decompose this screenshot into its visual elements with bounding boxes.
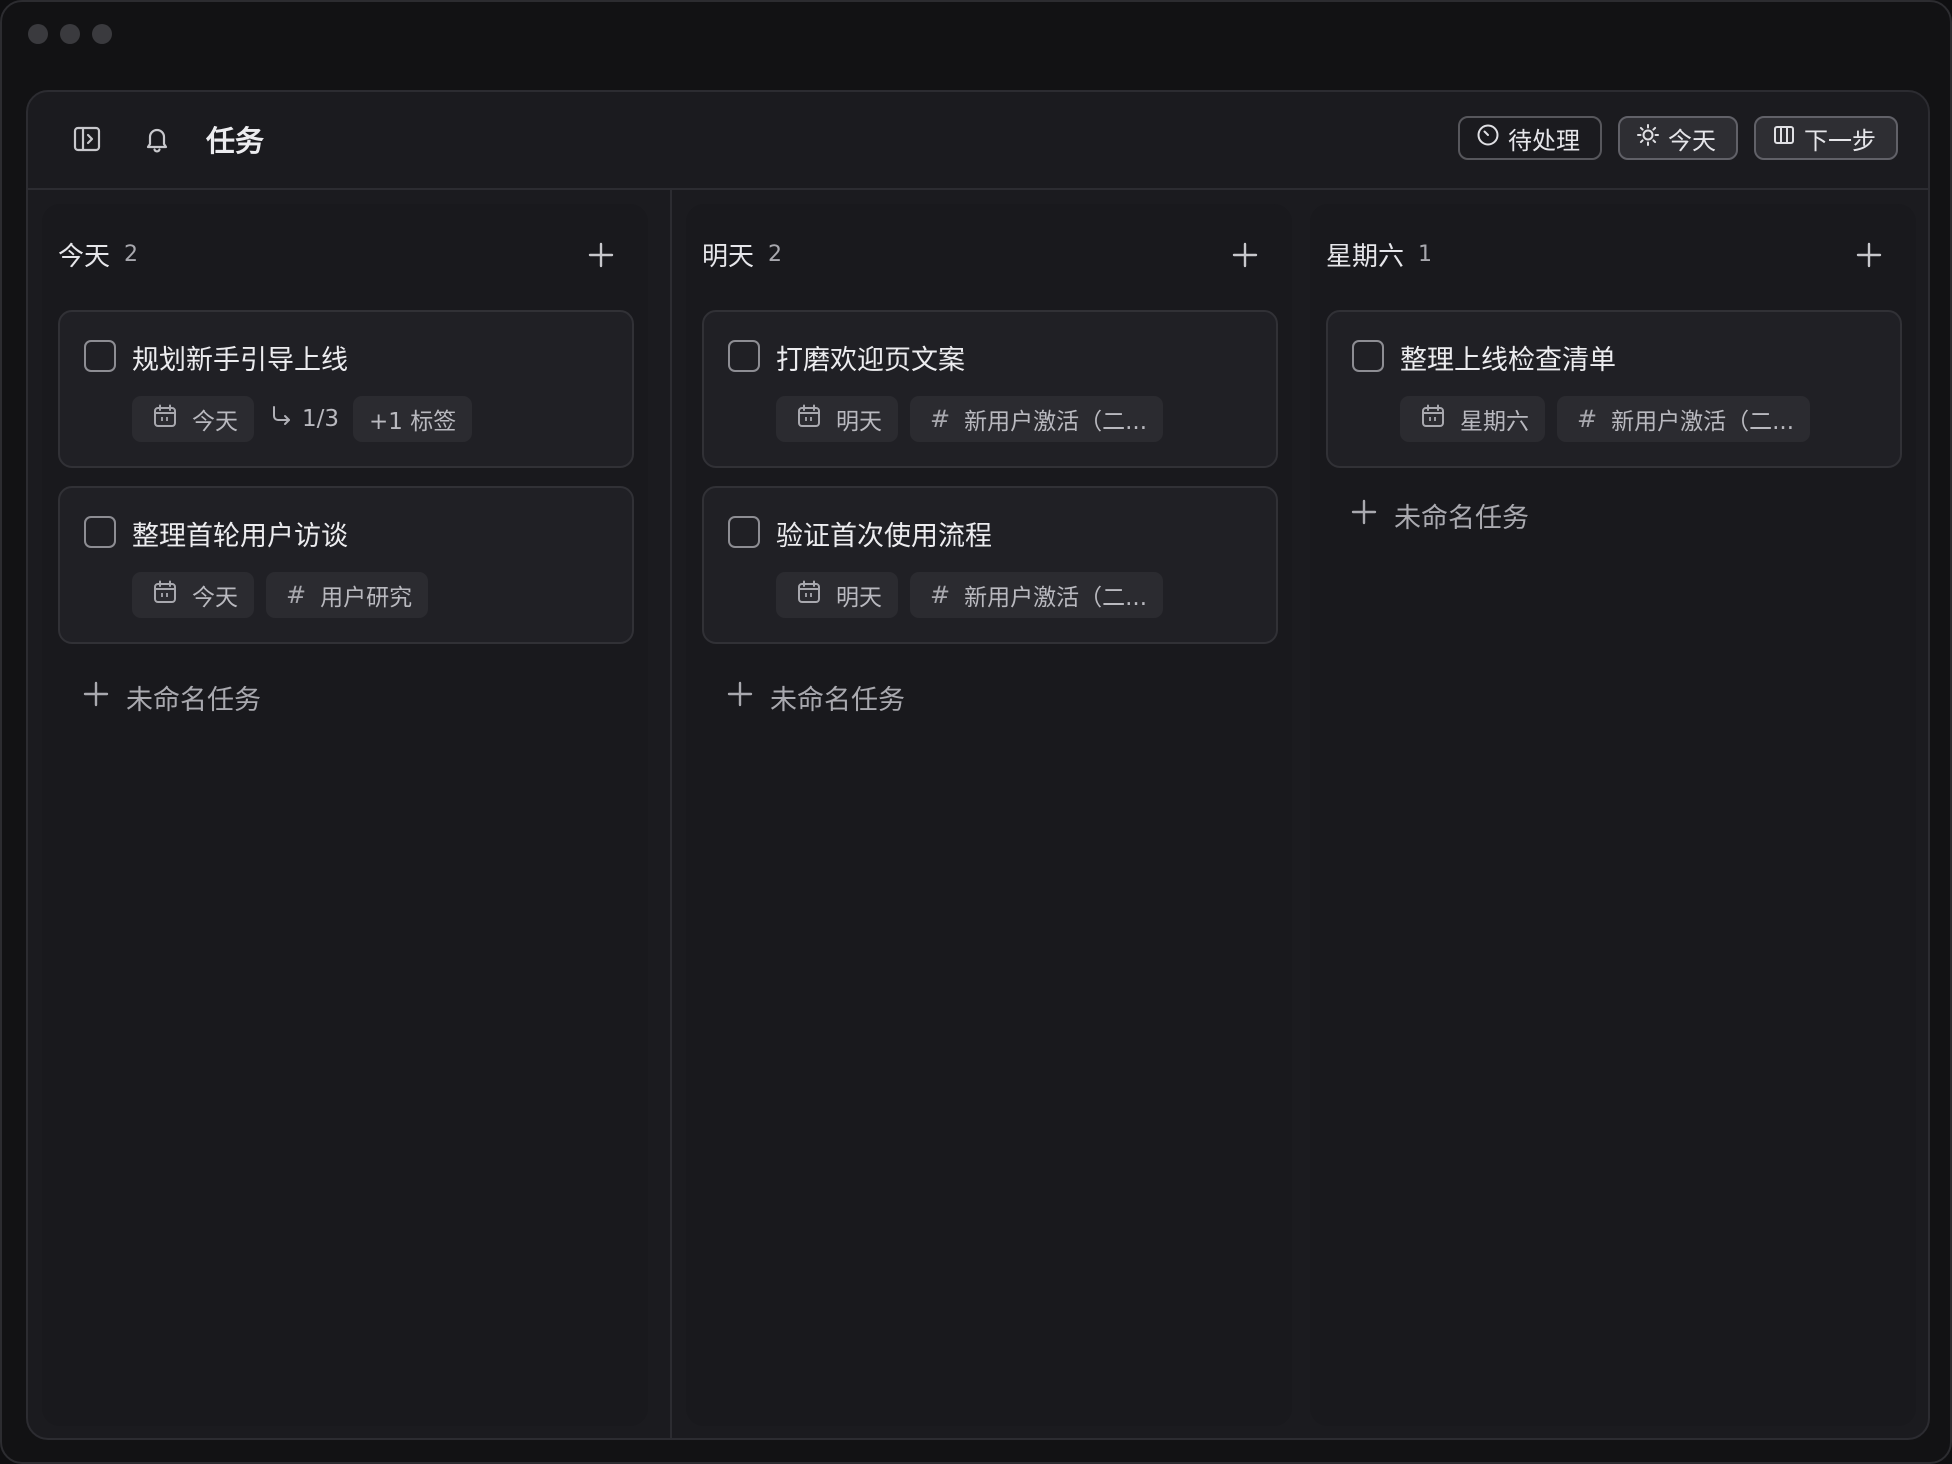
tag-chip[interactable]: +1 标签 [353, 396, 473, 442]
date-chip[interactable]: 星期六 [1400, 396, 1545, 442]
toolbar: 任务 待处理 今天 下一步 [28, 92, 1928, 190]
today-button[interactable]: 今天 [1618, 116, 1738, 160]
task-checkbox[interactable] [728, 516, 760, 548]
task-title: 整理上线检查清单 [1400, 345, 1616, 376]
date-chip[interactable]: 明天 [776, 572, 898, 618]
page-title: 任务 [206, 124, 265, 158]
calendar-icon [152, 579, 178, 611]
hash-icon: # [930, 405, 951, 433]
pending-button-label: 待处理 [1508, 126, 1580, 155]
column-header: 星期六 1 [1326, 234, 1900, 274]
date-label: 今天 [192, 409, 238, 435]
columns-icon [1772, 123, 1796, 153]
pending-button[interactable]: 待处理 [1458, 116, 1602, 160]
task-card[interactable]: 整理首轮用户访谈 今天 # 用户研究 [58, 486, 634, 644]
tag-chip[interactable]: # 新用户激活（二... [910, 396, 1164, 442]
plus-icon[interactable] [584, 238, 618, 272]
close-window-button[interactable] [28, 24, 48, 44]
task-card[interactable]: 验证首次使用流程 明天 # 新用户激活（二... [702, 486, 1278, 644]
task-title: 验证首次使用流程 [776, 521, 992, 552]
tag-label: 新用户激活（二... [964, 585, 1148, 611]
add-task-label: 未命名任务 [126, 685, 261, 716]
tag-label: +1 标签 [369, 409, 457, 435]
plus-icon [726, 680, 754, 715]
hash-icon: # [286, 581, 307, 609]
subtask-label: 1/3 [302, 406, 340, 432]
add-task-button[interactable]: 未命名任务 [726, 678, 905, 717]
column-divider [670, 188, 672, 1438]
task-title: 整理首轮用户访谈 [132, 521, 348, 552]
task-card[interactable]: 规划新手引导上线 今天 1/3 +1 标签 [58, 310, 634, 468]
today-button-label: 今天 [1668, 126, 1716, 155]
column-count: 2 [768, 241, 783, 267]
task-card[interactable]: 打磨欢迎页文案 明天 # 新用户激活（二... [702, 310, 1278, 468]
task-meta: 星期六 # 新用户激活（二... [1400, 396, 1811, 442]
subtask-count[interactable]: 1/3 [266, 403, 341, 435]
plus-icon[interactable] [1228, 238, 1262, 272]
column-header: 今天 2 [58, 234, 632, 274]
date-chip[interactable]: 今天 [132, 572, 254, 618]
add-task-button[interactable]: 未命名任务 [82, 678, 261, 717]
task-checkbox[interactable] [1352, 340, 1384, 372]
task-checkbox[interactable] [84, 340, 116, 372]
tag-label: 用户研究 [320, 585, 413, 611]
task-meta: 明天 # 新用户激活（二... [776, 572, 1164, 618]
task-card[interactable]: 整理上线检查清单 星期六 # 新用户激活（二... [1326, 310, 1902, 468]
tag-label: 新用户激活（二... [964, 409, 1148, 435]
task-meta: 今天 # 用户研究 [132, 572, 429, 618]
task-title: 规划新手引导上线 [132, 345, 348, 376]
sun-icon [1636, 123, 1660, 153]
plus-icon [82, 680, 110, 715]
column-title: 星期六 [1326, 241, 1405, 272]
clock-icon [1476, 123, 1500, 153]
column-title: 今天 [58, 241, 111, 272]
column-tomorrow: 明天 2 打磨欢迎页文案 明天 # 新用户激活（二... 验证首次使用流程 明天… [686, 204, 1292, 1426]
minimize-window-button[interactable] [60, 24, 80, 44]
tag-label: 新用户激活（二... [1611, 409, 1795, 435]
task-meta: 明天 # 新用户激活（二... [776, 396, 1164, 442]
tag-chip[interactable]: # 新用户激活（二... [910, 572, 1164, 618]
task-title: 打磨欢迎页文案 [776, 345, 965, 376]
task-checkbox[interactable] [728, 340, 760, 372]
tag-chip[interactable]: # 新用户激活（二... [1557, 396, 1811, 442]
column-count: 1 [1418, 241, 1433, 267]
sidebar-toggle-icon[interactable] [70, 122, 104, 156]
date-label: 明天 [836, 409, 882, 435]
plus-icon[interactable] [1852, 238, 1886, 272]
next-step-button-label: 下一步 [1804, 126, 1876, 155]
plus-icon [1350, 498, 1378, 533]
next-step-button[interactable]: 下一步 [1754, 116, 1898, 160]
date-label: 明天 [836, 585, 882, 611]
window-controls [28, 24, 112, 44]
hash-icon: # [930, 581, 951, 609]
column-today: 今天 2 规划新手引导上线 今天 1/3 +1 标签 整理首轮用户访谈 今天 #… [42, 204, 648, 1426]
hash-icon: # [1577, 405, 1598, 433]
calendar-icon [796, 403, 822, 435]
column-saturday: 星期六 1 整理上线检查清单 星期六 # 新用户激活（二... 未命名任务 [1310, 204, 1916, 1426]
add-task-label: 未命名任务 [1394, 503, 1529, 534]
bell-icon[interactable] [140, 122, 174, 156]
column-count: 2 [124, 241, 139, 267]
calendar-icon [796, 579, 822, 611]
date-chip[interactable]: 今天 [132, 396, 254, 442]
task-checkbox[interactable] [84, 516, 116, 548]
add-task-label: 未命名任务 [770, 685, 905, 716]
date-label: 星期六 [1460, 409, 1529, 435]
date-chip[interactable]: 明天 [776, 396, 898, 442]
subtask-arrow-icon [268, 403, 294, 435]
tag-chip[interactable]: # 用户研究 [266, 572, 429, 618]
zoom-window-button[interactable] [92, 24, 112, 44]
calendar-icon [1420, 403, 1446, 435]
date-label: 今天 [192, 585, 238, 611]
calendar-icon [152, 403, 178, 435]
task-meta: 今天 1/3 +1 标签 [132, 396, 473, 442]
add-task-button[interactable]: 未命名任务 [1350, 496, 1529, 535]
app-window: 任务 待处理 今天 下一步 今天 2 规划新手引导上线 今天 1/3 +1 标签… [0, 0, 1952, 1464]
column-title: 明天 [702, 241, 755, 272]
tasks-panel: 任务 待处理 今天 下一步 今天 2 规划新手引导上线 今天 1/3 +1 标签… [26, 90, 1930, 1440]
column-header: 明天 2 [702, 234, 1276, 274]
